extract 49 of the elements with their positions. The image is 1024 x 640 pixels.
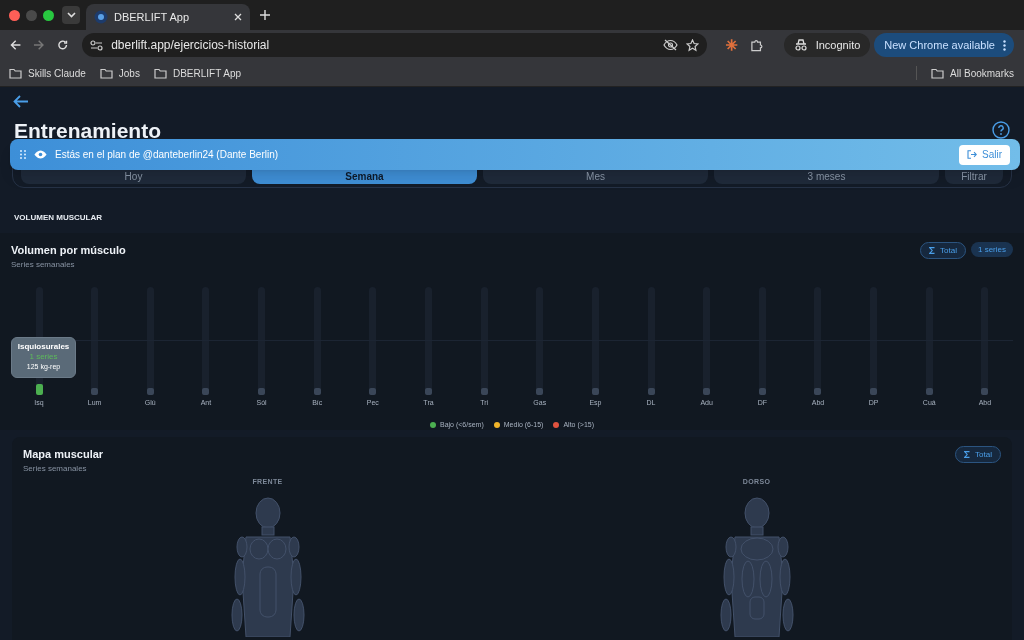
drag-handle-icon[interactable] [20,150,26,159]
chevron-down-icon [66,12,76,18]
zoom-window-icon[interactable] [43,9,54,21]
total-toggle[interactable]: Total [920,242,966,259]
new-tab-icon[interactable] [260,10,270,20]
all-bookmarks-link[interactable]: All Bookmarks [931,65,1014,81]
help-icon[interactable] [992,121,1010,139]
bookmark-link[interactable]: Jobs [99,65,140,81]
sigma-icon [929,247,936,254]
address-bar[interactable]: dberlift.app/ejercicios-historial [82,33,708,57]
bookmark-link[interactable]: DBERLIFT App [153,65,242,81]
card-subtitle: Series semanales [23,462,87,475]
folder-icon [153,67,167,79]
bookmark-link[interactable]: Skills Claude [9,65,86,81]
browser-tab[interactable]: DBERLIFT App [86,4,250,30]
update-chrome-button[interactable]: New Chrome available [874,33,1014,57]
sigma-icon [964,451,971,458]
banner-text: Estás en el plan de @danteberlin24 (Dante Berlin) [55,148,280,162]
app-favicon [94,10,108,24]
site-settings-icon[interactable] [90,39,104,51]
folder-icon [9,67,22,79]
logout-icon [967,150,977,159]
close-window-icon[interactable] [9,9,20,21]
reload-icon[interactable] [56,39,69,51]
burst-icon[interactable] [725,38,739,52]
card-title: Mapa muscular [23,447,104,462]
series-toggle[interactable]: 1 series [971,242,1013,257]
puzzle-icon[interactable] [750,38,764,52]
eye-icon [34,150,47,159]
incognito-icon [793,39,808,51]
folder-icon [931,67,945,79]
card-title: Volumen por músculo [11,243,126,258]
close-icon[interactable] [234,13,242,21]
url-text: dberlift.app/ejercicios-historial [111,37,271,54]
total-toggle[interactable]: Total [955,446,1001,463]
back-arrow-icon[interactable] [13,95,29,108]
section-title: VOLUMEN MUSCULAR [13,212,103,224]
exit-button[interactable]: Salir [959,144,1010,165]
page-title: Entrenamiento [14,119,163,141]
eye-slash-icon[interactable] [663,39,679,51]
card-subtitle: Series semanales [11,258,75,271]
tab-search-button[interactable] [62,6,80,24]
tab-title: DBERLIFT App [114,9,190,25]
more-icon[interactable] [1003,39,1006,51]
incognito-button[interactable]: Incognito [783,33,871,57]
star-icon[interactable] [686,38,700,52]
forward-icon[interactable] [33,39,45,51]
back-icon[interactable] [10,39,22,51]
folder-icon [99,67,113,79]
